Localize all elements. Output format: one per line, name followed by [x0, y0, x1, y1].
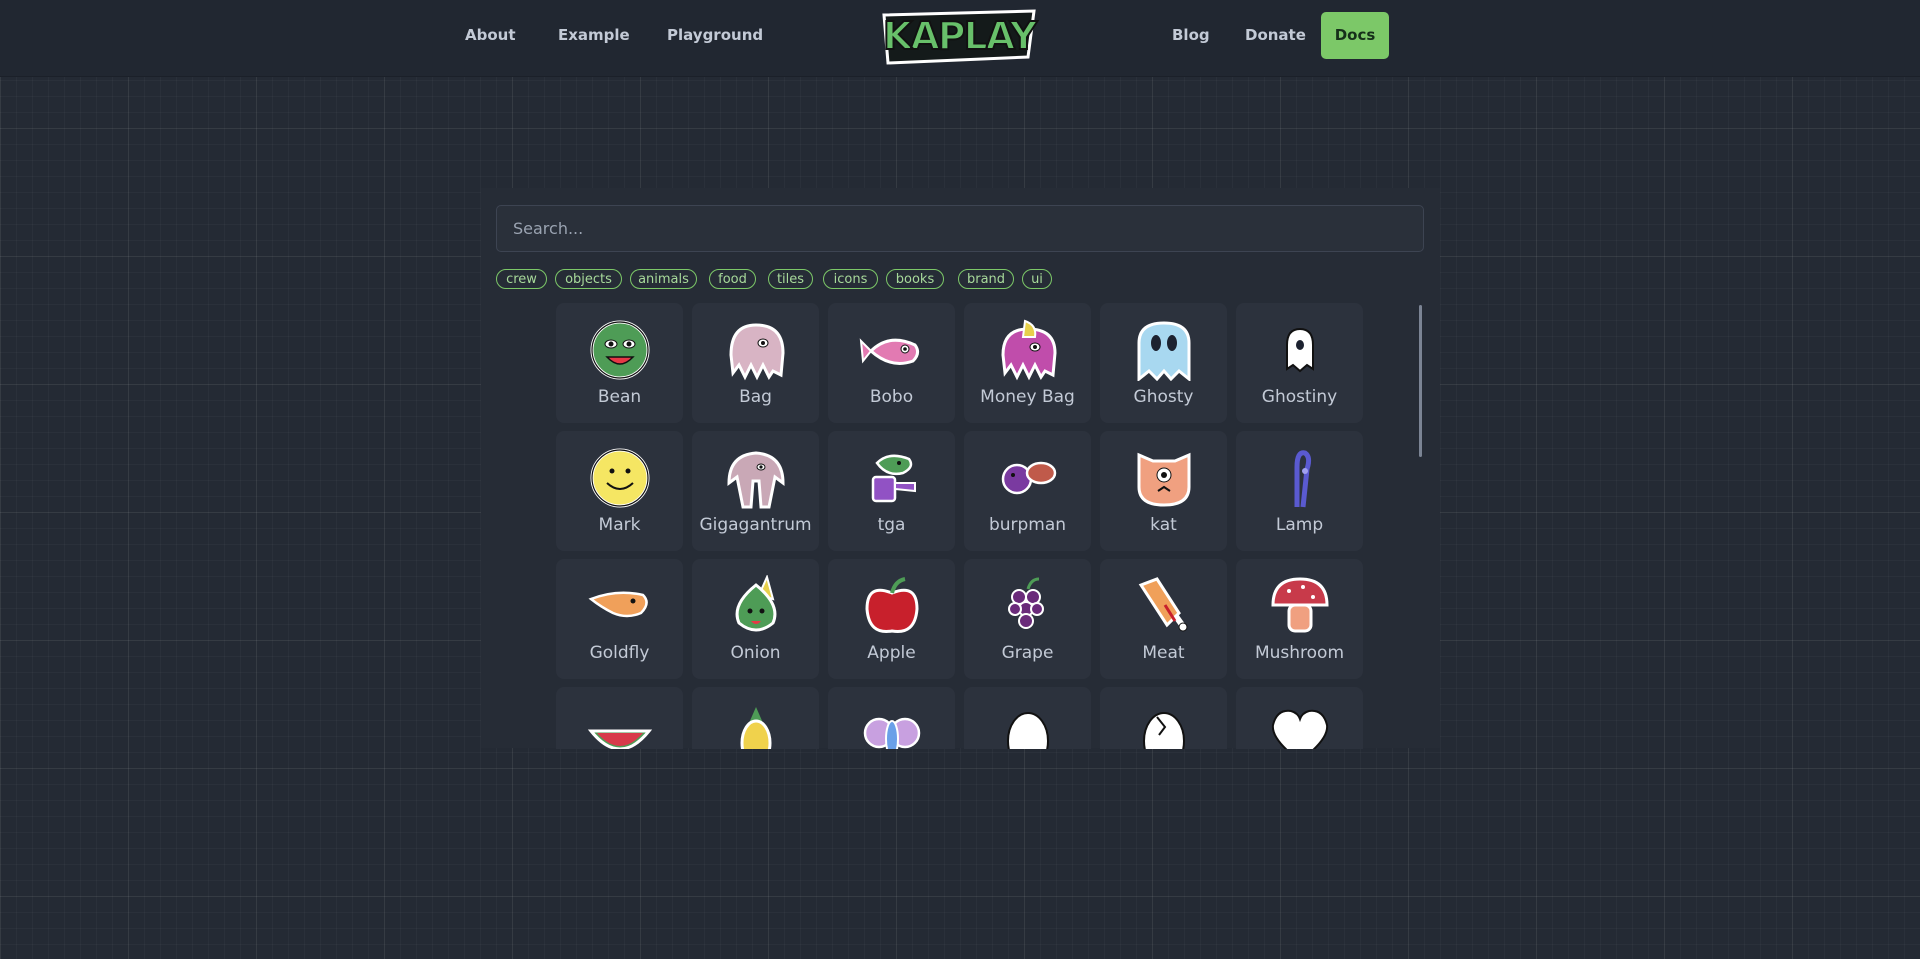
ghosty-icon	[1137, 321, 1191, 381]
sprite-card-cracked-egg[interactable]	[1100, 687, 1227, 749]
sprite-card-burpman[interactable]: burpman	[964, 431, 1091, 551]
sprite-name: Bag	[739, 387, 772, 407]
sprite-card-meat[interactable]: Meat	[1100, 559, 1227, 679]
tag-objects[interactable]: objects	[555, 269, 622, 289]
apple-icon	[865, 577, 919, 634]
sprite-card-gigagantrum[interactable]: Gigagantrum	[692, 431, 819, 551]
sprite-name: Bobo	[869, 387, 914, 407]
sprite-card-butterfly[interactable]	[828, 687, 955, 749]
sprite-card-apple[interactable]: Apple	[828, 559, 955, 679]
sprite-name: Apple	[867, 643, 916, 663]
tag-brand[interactable]: brand	[958, 269, 1014, 289]
sprite-name: Bean	[597, 387, 642, 407]
sprite-card-ghosty[interactable]: Ghosty	[1100, 303, 1227, 423]
sprite-card-bobo[interactable]: Bobo	[828, 303, 955, 423]
goldfly-icon	[588, 591, 648, 618]
logo-text: KAPLAY	[883, 14, 1038, 58]
cracked-egg-icon	[1143, 712, 1185, 749]
sprite-grid: Bean Bag Bobo Money Bag Ghosty Ghostiny …	[552, 303, 1422, 749]
sprite-card-heart[interactable]	[1236, 687, 1363, 749]
sprite-card-tga[interactable]: tga	[828, 431, 955, 551]
sprite-name: Lamp	[1275, 515, 1324, 535]
bobo-icon	[859, 338, 920, 365]
sprite-card-pineapple[interactable]	[692, 687, 819, 749]
sprite-card-onion[interactable]: Onion	[692, 559, 819, 679]
heart-icon	[1271, 709, 1329, 749]
sprite-name: Meat	[1142, 643, 1185, 663]
sprite-card-mushroom[interactable]: Mushroom	[1236, 559, 1363, 679]
burpman-icon	[1001, 461, 1057, 495]
sprite-card-grape[interactable]: Grape	[964, 559, 1091, 679]
tag-food[interactable]: food	[709, 269, 756, 289]
pineapple-icon	[740, 707, 772, 749]
lamp-icon	[1294, 450, 1312, 508]
sprite-card-egg[interactable]	[964, 687, 1091, 749]
mark-icon	[590, 448, 650, 508]
sprite-name: Goldfly	[589, 643, 650, 663]
nav-about-link[interactable]: About	[465, 26, 516, 44]
sprite-name: burpman	[988, 515, 1067, 535]
ghostiny-icon	[1286, 327, 1314, 373]
onion-icon	[735, 575, 777, 632]
sprite-card-goldfly[interactable]: Goldfly	[556, 559, 683, 679]
nav-playground-link[interactable]: Playground	[667, 26, 763, 44]
sprite-name: Grape	[1001, 643, 1054, 663]
butterfly-icon	[863, 717, 921, 749]
sprite-name: Ghostiny	[1261, 387, 1338, 407]
meat-icon	[1138, 577, 1188, 632]
sprite-name: kat	[1150, 515, 1177, 535]
search-input[interactable]	[496, 205, 1424, 252]
top-navbar: About Example Playground KAPLAY Blog Don…	[0, 0, 1920, 77]
sprite-name: tga	[877, 515, 906, 535]
sprite-name: Mushroom	[1254, 643, 1345, 663]
bean-icon	[590, 320, 650, 380]
gigagantrum-icon	[727, 451, 785, 509]
grape-icon	[1008, 577, 1044, 629]
bag-icon	[729, 323, 785, 381]
nav-donate-link[interactable]: Donate	[1245, 26, 1306, 44]
mushroom-icon	[1271, 577, 1329, 633]
nav-example-link[interactable]: Example	[558, 26, 630, 44]
sprite-card-money-bag[interactable]: Money Bag	[964, 303, 1091, 423]
tag-tiles[interactable]: tiles	[768, 269, 813, 289]
sprite-card-ghostiny[interactable]: Ghostiny	[1236, 303, 1363, 423]
grid-scrollbar[interactable]	[1419, 305, 1422, 457]
sprite-card-watermelon[interactable]	[556, 687, 683, 749]
money-bag-icon	[1001, 319, 1057, 381]
sprite-name: Ghosty	[1133, 387, 1194, 407]
kaplay-logo[interactable]: KAPLAY	[878, 5, 1040, 67]
sprite-name: Onion	[730, 643, 781, 663]
tga-icon	[871, 454, 916, 503]
nav-blog-link[interactable]: Blog	[1172, 26, 1210, 44]
tag-icons[interactable]: icons	[823, 269, 878, 289]
sprite-name: Gigagantrum	[699, 515, 812, 535]
sprite-card-bag[interactable]: Bag	[692, 303, 819, 423]
kat-icon	[1137, 452, 1191, 507]
tag-books[interactable]: books	[886, 269, 944, 289]
sprite-card-lamp[interactable]: Lamp	[1236, 431, 1363, 551]
sprite-card-mark[interactable]: Mark	[556, 431, 683, 551]
egg-icon	[1007, 712, 1049, 749]
tag-ui[interactable]: ui	[1022, 269, 1052, 289]
tag-animals[interactable]: animals	[630, 269, 697, 289]
docs-button[interactable]: Docs	[1321, 12, 1389, 59]
sprite-name: Mark	[598, 515, 641, 535]
sprite-card-bean[interactable]: Bean	[556, 303, 683, 423]
sprite-card-kat[interactable]: kat	[1100, 431, 1227, 551]
watermelon-icon	[587, 729, 653, 749]
tag-crew[interactable]: crew	[496, 269, 547, 289]
sprite-name: Money Bag	[980, 387, 1075, 407]
